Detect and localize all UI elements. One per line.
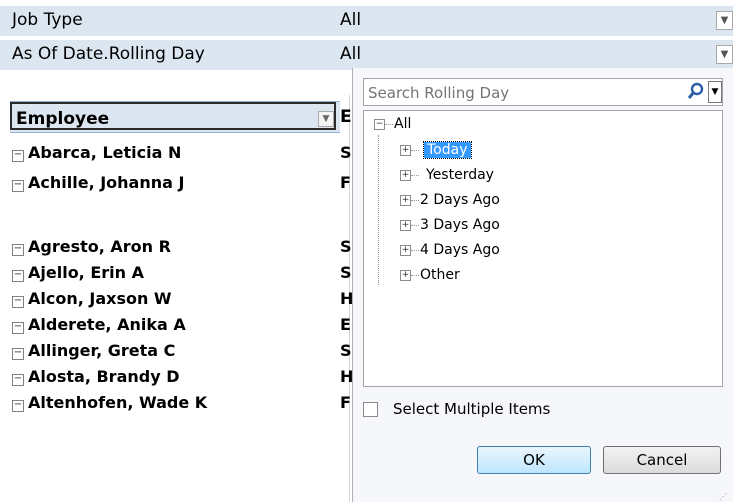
collapse-icon[interactable]: − (12, 400, 24, 412)
table-row: − Ajello, Erin A S (0, 261, 352, 285)
table-row: − Altenhofen, Wade K F (0, 391, 352, 415)
search-icon[interactable] (686, 81, 706, 103)
expand-icon[interactable]: + (400, 220, 411, 231)
tree-connector (378, 135, 379, 285)
table-row: − Agresto, Aron R S (0, 235, 352, 259)
filter-dropdown-icon[interactable]: ▼ (318, 111, 334, 127)
filter-dropdown-panel: ▼ − All + Today + Yesterday + 2 Days Ago… (352, 68, 733, 502)
employee-name[interactable]: − Abarca, Leticia N (12, 143, 181, 162)
table-row: − Alderete, Anika A E (0, 313, 352, 337)
pivot-table: Employee ▼ E − Abarca, Leticia N S − Achil… (0, 95, 353, 502)
search-options-dropdown[interactable]: ▼ (708, 81, 722, 103)
tree-node-label: Yesterday (426, 167, 494, 183)
collapse-icon[interactable]: − (12, 180, 24, 192)
employee-name[interactable]: − Altenhofen, Wade K (12, 393, 207, 412)
expand-icon[interactable]: + (400, 270, 411, 281)
employee-name[interactable]: − Ajello, Erin A (12, 263, 144, 282)
chevron-down-icon[interactable]: ▼ (716, 45, 733, 64)
chevron-down-icon[interactable]: ▼ (716, 11, 733, 30)
table-row: − Abarca, Leticia N S (0, 141, 352, 165)
table-row: − Alosta, Brandy D H (0, 365, 353, 389)
employee-name[interactable]: − Alderete, Anika A (12, 315, 186, 334)
collapse-icon[interactable]: − (12, 296, 24, 308)
collapse-icon[interactable]: − (12, 348, 24, 360)
filter-value[interactable]: All (340, 44, 361, 64)
tree-node-label: All (394, 116, 412, 132)
row-next-cell: S (340, 143, 352, 162)
row-next-cell: S (340, 237, 352, 256)
table-row: − Allinger, Greta C S (0, 339, 352, 363)
collapse-icon[interactable]: − (12, 270, 24, 282)
cancel-button[interactable]: Cancel (603, 446, 721, 474)
tree-node-label: 3 Days Ago (420, 217, 500, 233)
collapse-icon[interactable]: − (374, 119, 385, 130)
table-row: − Achille, Johanna J F (0, 171, 352, 195)
row-next-cell: S (340, 341, 352, 360)
filter-row-rolling-day: As Of Date.Rolling Day All ▼ (0, 40, 733, 70)
employee-name[interactable]: − Agresto, Aron R (12, 237, 171, 256)
member-tree: − All + Today + Yesterday + 2 Days Ago +… (363, 110, 723, 387)
expand-icon[interactable]: + (400, 145, 411, 156)
filter-value[interactable]: All (340, 10, 361, 30)
filter-label: Job Type (12, 10, 83, 30)
next-column-header: E (340, 107, 352, 127)
collapse-icon[interactable]: − (12, 374, 24, 386)
collapse-icon[interactable]: − (12, 244, 24, 256)
search-input[interactable] (366, 81, 686, 105)
tree-node-label: Other (420, 267, 460, 283)
employee-name[interactable]: − Alcon, Jaxson W (12, 289, 172, 308)
filter-label: As Of Date.Rolling Day (12, 44, 205, 64)
report-filter-area: Job Type All ▼ As Of Date.Rolling Day Al… (0, 0, 733, 74)
row-next-cell: F (340, 393, 351, 412)
expand-icon[interactable]: + (400, 195, 411, 206)
tree-node-label: 4 Days Ago (420, 242, 500, 258)
employee-header-label: Employee (16, 109, 110, 129)
expand-icon[interactable]: + (400, 245, 411, 256)
tree-node-label: Today (423, 141, 472, 159)
table-row: − Alcon, Jaxson W H (0, 287, 353, 311)
row-next-cell: S (340, 263, 352, 282)
filter-row-job-type: Job Type All ▼ (0, 6, 733, 36)
select-multiple-checkbox[interactable] (363, 402, 378, 417)
row-next-cell: E (340, 315, 351, 334)
collapse-icon[interactable]: − (12, 322, 24, 334)
employee-name[interactable]: − Alosta, Brandy D (12, 367, 179, 386)
select-multiple-label[interactable]: Select Multiple Items (393, 400, 550, 418)
collapse-icon[interactable]: − (12, 150, 24, 162)
employee-header-cell[interactable]: Employee ▼ (10, 102, 336, 130)
expand-icon[interactable]: + (400, 170, 411, 181)
employee-name[interactable]: − Achille, Johanna J (12, 173, 184, 192)
employee-name[interactable]: − Allinger, Greta C (12, 341, 175, 360)
search-box: ▼ (363, 78, 723, 106)
pivot-header-row: Employee ▼ (10, 101, 340, 133)
row-next-cell: F (340, 173, 351, 192)
ok-button[interactable]: OK (477, 446, 591, 474)
resize-grip-icon[interactable]: ⋰ (719, 492, 729, 501)
tree-node-label: 2 Days Ago (420, 192, 500, 208)
